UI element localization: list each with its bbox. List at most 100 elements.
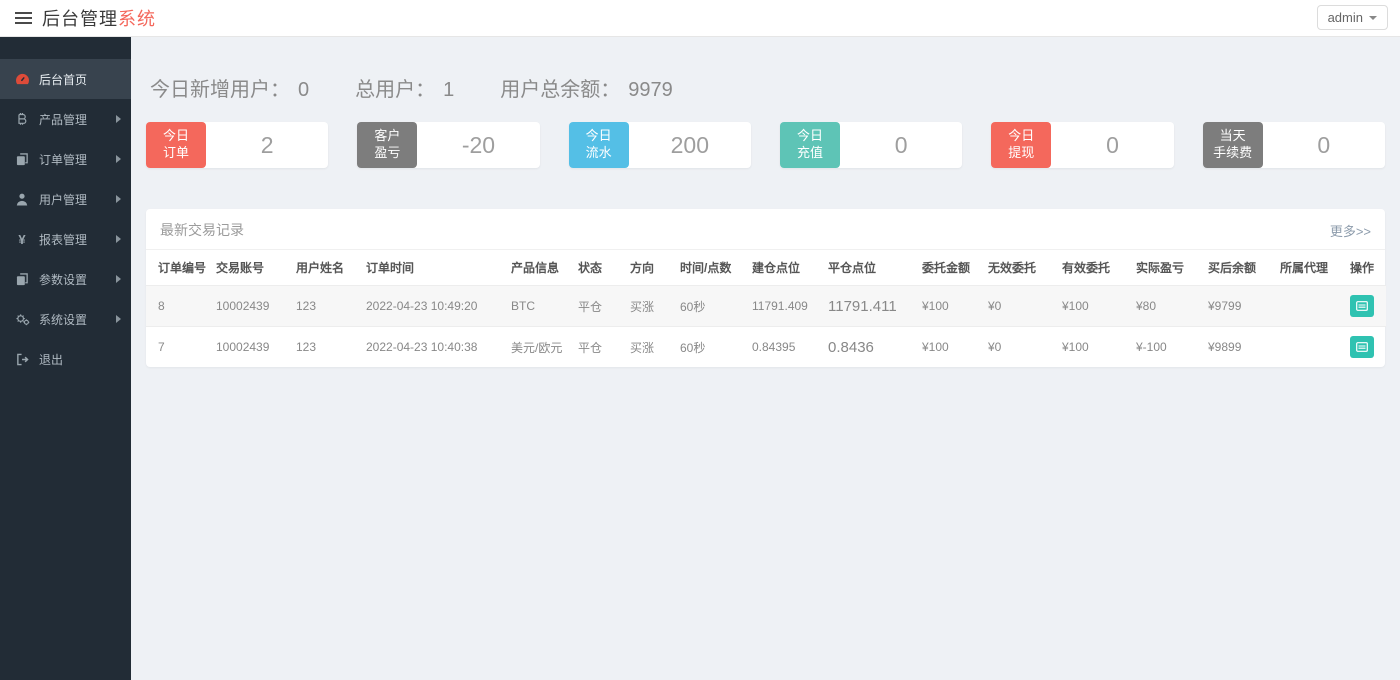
gears-icon [14, 312, 30, 326]
sidebar-item-label: 报表管理 [39, 232, 88, 247]
user-icon [14, 192, 30, 206]
sidebar-item-label: 用户管理 [39, 192, 88, 207]
cell-balance-after: ¥9799 [1202, 285, 1274, 327]
cell-product: 美元/欧元 [511, 340, 563, 355]
top-header: 后台管理系统 admin [0, 0, 1400, 37]
column-header: 时间/点数 [674, 250, 746, 286]
table-row: 7 10002439 123 2022-04-23 10:40:38 美元/欧元… [146, 327, 1386, 368]
summary-total-balance-value: 9979 [628, 79, 673, 101]
stat-card-today-deposit: 今日 充值 0 [779, 122, 963, 168]
more-link[interactable]: 更多>> [1330, 221, 1371, 240]
sidebar-item-dashboard[interactable]: 后台首页 [0, 59, 131, 99]
latest-trades-panel: 最新交易记录 更多>> 订单编号 交易账号 用户姓名 订单时间 产品信息 状态 [146, 209, 1386, 367]
view-order-button[interactable] [1350, 295, 1374, 317]
column-header: 实际盈亏 [1130, 250, 1202, 286]
trades-table: 订单编号 交易账号 用户姓名 订单时间 产品信息 状态 方向 时间/点数 建仓点… [146, 250, 1386, 367]
app-title: 后台管理系统 [42, 5, 156, 31]
stat-card-value: 200 [670, 131, 709, 158]
column-header: 方向 [624, 250, 674, 286]
menu-toggle-button[interactable] [4, 0, 42, 37]
panel-header: 最新交易记录 更多>> [146, 209, 1385, 250]
cell-invalid-entrust: ¥0 [982, 285, 1056, 327]
table-header-row: 订单编号 交易账号 用户姓名 订单时间 产品信息 状态 方向 时间/点数 建仓点… [146, 250, 1386, 286]
cell-close-price: 11791.411 [822, 285, 916, 327]
column-header: 状态 [572, 250, 624, 286]
admin-dropdown[interactable]: admin [1316, 5, 1388, 30]
cell-duration: 60秒 [674, 285, 746, 327]
sidebar: 后台首页 产品管理 订单管理 用户管理 ¥ 报表管理 参数设置 系统设置 退出 [0, 37, 131, 680]
dashboard-icon [14, 72, 30, 86]
summary-total-users: 总用户： 1 [355, 73, 454, 102]
cell-agent [1274, 285, 1344, 327]
sidebar-item-label: 后台首页 [39, 72, 88, 87]
cell-status: 平仓 [572, 285, 624, 327]
view-order-button[interactable] [1350, 336, 1374, 358]
cell-actions [1344, 327, 1386, 368]
summary-stats: 今日新增用户： 0 总用户： 1 用户总余额： 9979 [150, 73, 1385, 102]
cell-status: 平仓 [578, 340, 603, 355]
column-header: 无效委托 [982, 250, 1056, 286]
stat-card-value: 0 [1317, 131, 1331, 158]
sidebar-item-parameters[interactable]: 参数设置 [0, 259, 131, 299]
column-header: 建仓点位 [746, 250, 822, 286]
sidebar-item-reports[interactable]: ¥ 报表管理 [0, 219, 131, 259]
summary-total-users-label: 总用户： [355, 79, 436, 101]
sidebar-item-label: 订单管理 [39, 152, 88, 167]
summary-total-users-value: 1 [443, 79, 455, 101]
cell-actions [1344, 285, 1386, 327]
stat-card-value: 2 [260, 131, 274, 158]
column-header: 所属代理 [1274, 250, 1344, 286]
sidebar-item-logout[interactable]: 退出 [0, 339, 131, 379]
stat-card-customer-pnl: 客户 盈亏 -20 [357, 122, 540, 168]
main-content: 今日新增用户： 0 总用户： 1 用户总余额： 9979 今日 订单 2 客户 … [131, 37, 1400, 680]
cell-order-time: 2022-04-23 10:49:20 [360, 285, 505, 327]
summary-total-balance: 用户总余额： 9979 [500, 73, 673, 102]
column-header: 用户姓名 [290, 250, 360, 286]
stat-card-value: 0 [1106, 131, 1119, 158]
sidebar-item-label: 产品管理 [39, 112, 88, 127]
summary-new-users-label: 今日新增用户： [150, 79, 290, 101]
column-header: 买后余额 [1202, 250, 1274, 286]
stat-card-label: 当天 手续费 [1202, 122, 1263, 168]
chevron-right-icon [116, 155, 121, 163]
cell-entrust-amount: ¥100 [916, 285, 982, 327]
column-header: 平仓点位 [822, 250, 916, 286]
column-header: 订单编号 [146, 250, 210, 286]
sidebar-item-system-settings[interactable]: 系统设置 [0, 299, 131, 339]
stat-card-today-fees: 当天 手续费 0 [1202, 122, 1385, 168]
cell-valid-entrust: ¥100 [1056, 285, 1130, 327]
chevron-right-icon [116, 235, 121, 243]
cell-order-id: 7 [158, 340, 165, 354]
cell-username: 123 [296, 340, 317, 354]
chevron-down-icon [1369, 15, 1377, 20]
chevron-right-icon [116, 115, 121, 123]
stat-card-today-withdrawal: 今日 提现 0 [991, 122, 1174, 168]
stat-card-label: 客户 盈亏 [357, 122, 418, 168]
cell-direction: 买涨 [630, 340, 655, 355]
table-row: 8 10002439 123 2022-04-23 10:49:20 BTC 平… [146, 285, 1386, 327]
cell-actual-pnl: ¥80 [1130, 285, 1202, 327]
stat-card-today-flow: 今日 流水 200 [568, 122, 751, 168]
sidebar-item-products[interactable]: 产品管理 [0, 99, 131, 139]
cell-order-id: 8 [146, 285, 210, 327]
stat-card-value: -20 [461, 131, 496, 158]
column-header: 订单时间 [360, 250, 505, 286]
stat-card-value: 0 [894, 131, 908, 158]
cell-open-price: 11791.409 [746, 285, 822, 327]
app-title-main: 后台管理 [42, 9, 118, 29]
column-header: 委托金额 [916, 250, 982, 286]
stat-card-label: 今日 充值 [779, 122, 840, 168]
sidebar-item-users[interactable]: 用户管理 [0, 179, 131, 219]
sidebar-item-label: 参数设置 [39, 272, 88, 287]
sidebar-item-label: 退出 [39, 352, 64, 367]
cell-account: 10002439 [216, 340, 270, 354]
cell-balance-after: ¥9899 [1208, 340, 1242, 354]
column-header: 操作 [1344, 250, 1386, 286]
cell-close-price: 0.8436 [828, 338, 874, 356]
cell-entrust-amount: ¥100 [922, 340, 949, 354]
cell-invalid-entrust: ¥0 [988, 340, 1002, 354]
detail-icon [1356, 301, 1368, 311]
sidebar-item-orders[interactable]: 订单管理 [0, 139, 131, 179]
app-title-accent: 系统 [118, 9, 156, 29]
cell-actual-pnl: ¥-100 [1136, 340, 1167, 354]
